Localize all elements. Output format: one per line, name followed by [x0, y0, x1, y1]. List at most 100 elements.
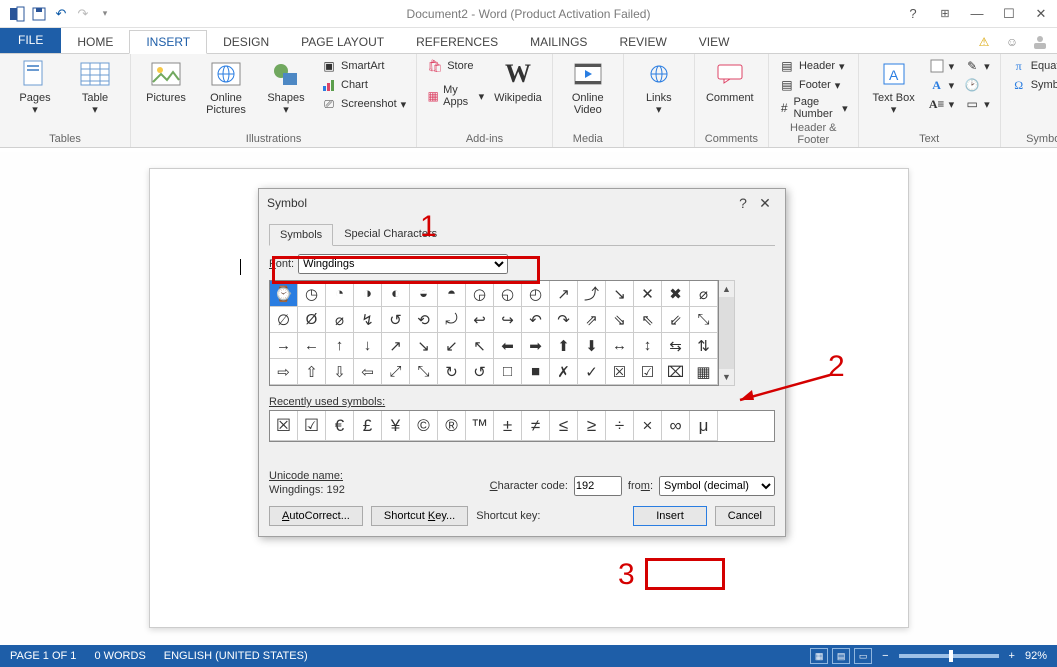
- autocorrect-button[interactable]: AutoCorrect...: [269, 506, 363, 526]
- symbol-cell[interactable]: ◓: [438, 281, 466, 307]
- status-page[interactable]: PAGE 1 OF 1: [10, 650, 76, 662]
- insert-button[interactable]: Insert: [633, 506, 707, 526]
- symbol-cell[interactable]: ⤡: [410, 359, 438, 385]
- header-button[interactable]: ▤Header ▾: [779, 58, 848, 74]
- textbox-button[interactable]: A Text Box▾: [869, 58, 919, 116]
- symbol-cell[interactable]: ⌀: [326, 307, 354, 333]
- object-icon[interactable]: ▭▾: [964, 96, 990, 112]
- symbol-cell[interactable]: ⇩: [326, 359, 354, 385]
- recent-symbol-cell[interactable]: ®: [438, 411, 466, 441]
- print-layout-icon[interactable]: ▤: [832, 648, 850, 664]
- symbol-cell[interactable]: ↘: [410, 333, 438, 359]
- symbol-cell[interactable]: ↑: [326, 333, 354, 359]
- tab-references[interactable]: REFERENCES: [400, 31, 514, 53]
- recent-symbol-cell[interactable]: ≥: [578, 411, 606, 441]
- recent-symbols-grid[interactable]: ☒☑€£¥©®™±≠≤≥÷×∞μ: [269, 410, 775, 442]
- symbol-cell[interactable]: ↖: [466, 333, 494, 359]
- recent-symbol-cell[interactable]: £: [354, 411, 382, 441]
- charcode-input[interactable]: [574, 476, 622, 496]
- footer-button[interactable]: ▤Footer ▾: [779, 77, 848, 93]
- symbol-cell[interactable]: ☑: [634, 359, 662, 385]
- recent-symbol-cell[interactable]: ☑: [298, 411, 326, 441]
- qat-dropdown-icon[interactable]: ▾: [94, 3, 116, 25]
- symbol-cell[interactable]: ⤡: [690, 307, 718, 333]
- recent-symbol-cell[interactable]: €: [326, 411, 354, 441]
- zoom-in-icon[interactable]: +: [1009, 650, 1015, 662]
- cancel-button[interactable]: Cancel: [715, 506, 775, 526]
- symbol-cell[interactable]: ⟲: [410, 307, 438, 333]
- symbol-cell[interactable]: Ø: [298, 307, 326, 333]
- symbol-cell[interactable]: ◒: [410, 281, 438, 307]
- symbol-cell[interactable]: ◔: [326, 281, 354, 307]
- symbol-cell[interactable]: →: [270, 333, 298, 359]
- recent-symbol-cell[interactable]: ÷: [606, 411, 634, 441]
- read-mode-icon[interactable]: ▦: [810, 648, 828, 664]
- screenshot-button[interactable]: ⎚Screenshot ▾: [321, 96, 406, 112]
- symbol-cell[interactable]: ⇨: [270, 359, 298, 385]
- tab-file[interactable]: FILE: [0, 27, 61, 53]
- smartart-button[interactable]: ▣SmartArt: [321, 58, 406, 74]
- scroll-up-icon[interactable]: ▲: [719, 281, 734, 297]
- equation-button[interactable]: πEquation ▾: [1011, 58, 1057, 74]
- symbol-cell[interactable]: ✗: [550, 359, 578, 385]
- symbol-cell[interactable]: ◷: [298, 281, 326, 307]
- from-select[interactable]: Symbol (decimal): [659, 476, 775, 496]
- symbol-cell[interactable]: ▦: [690, 359, 718, 385]
- user-icon[interactable]: [1029, 31, 1051, 53]
- recent-symbol-cell[interactable]: ≤: [550, 411, 578, 441]
- save-icon[interactable]: [28, 3, 50, 25]
- recent-symbol-cell[interactable]: ¥: [382, 411, 410, 441]
- dropcap-icon[interactable]: A≡▾: [929, 96, 955, 112]
- shapes-button[interactable]: Shapes▾: [261, 58, 311, 116]
- symbol-cell[interactable]: ∅: [270, 307, 298, 333]
- symbol-cell[interactable]: ⇗: [578, 307, 606, 333]
- comment-button[interactable]: Comment: [705, 58, 755, 104]
- symbol-cell[interactable]: ↗: [382, 333, 410, 359]
- store-button[interactable]: 🛍Store: [427, 58, 484, 74]
- myapps-button[interactable]: ▦My Apps ▾: [427, 84, 484, 108]
- ribbon-display-icon[interactable]: ⊞: [929, 2, 961, 26]
- tab-view[interactable]: VIEW: [683, 31, 746, 53]
- symbol-cell[interactable]: ⌀: [690, 281, 718, 307]
- symbol-cell[interactable]: ⇙: [662, 307, 690, 333]
- smiley-icon[interactable]: ☺: [1001, 31, 1023, 53]
- tab-mailings[interactable]: MAILINGS: [514, 31, 603, 53]
- symbol-cell[interactable]: ◵: [494, 281, 522, 307]
- minimize-icon[interactable]: —: [961, 2, 993, 26]
- symbol-cell[interactable]: ⇘: [606, 307, 634, 333]
- tab-design[interactable]: DESIGN: [207, 31, 285, 53]
- symbol-cell[interactable]: ☒: [606, 359, 634, 385]
- tab-review[interactable]: REVIEW: [603, 31, 682, 53]
- symbol-cell[interactable]: ◑: [354, 281, 382, 307]
- symbol-cell[interactable]: ↕: [634, 333, 662, 359]
- zoom-level[interactable]: 92%: [1025, 650, 1047, 662]
- chart-button[interactable]: Chart: [321, 77, 406, 93]
- recent-symbol-cell[interactable]: ×: [634, 411, 662, 441]
- dialog-titlebar[interactable]: Symbol ? ✕: [259, 189, 785, 217]
- page-number-button[interactable]: #Page Number ▾: [779, 96, 848, 120]
- recent-symbol-cell[interactable]: ∞: [662, 411, 690, 441]
- links-button[interactable]: Links▾: [634, 58, 684, 116]
- symbol-cell[interactable]: ↺: [466, 359, 494, 385]
- symbol-cell[interactable]: ←: [298, 333, 326, 359]
- symbol-cell[interactable]: ⤢: [382, 359, 410, 385]
- tab-symbols-dialog[interactable]: Symbols: [269, 224, 333, 246]
- symbol-cell[interactable]: ↷: [550, 307, 578, 333]
- tab-insert[interactable]: INSERT: [129, 30, 207, 54]
- symbol-cell[interactable]: ◐: [382, 281, 410, 307]
- shortcut-key-button[interactable]: Shortcut Key...: [371, 506, 468, 526]
- symbol-cell[interactable]: ↺: [382, 307, 410, 333]
- symbol-cell[interactable]: ✖: [662, 281, 690, 307]
- scroll-thumb[interactable]: [719, 297, 734, 369]
- recent-symbol-cell[interactable]: μ: [690, 411, 718, 441]
- symbol-cell[interactable]: ⌧: [662, 359, 690, 385]
- symbol-cell[interactable]: ■: [522, 359, 550, 385]
- redo-icon[interactable]: ↷: [72, 3, 94, 25]
- warning-icon[interactable]: ⚠: [973, 31, 995, 53]
- symbol-cell[interactable]: ⇧: [298, 359, 326, 385]
- wikipedia-button[interactable]: W Wikipedia: [494, 58, 542, 104]
- symbol-cell[interactable]: ↔: [606, 333, 634, 359]
- symbol-button[interactable]: ΩSymbol ▾: [1011, 77, 1057, 93]
- status-language[interactable]: ENGLISH (UNITED STATES): [164, 650, 308, 662]
- zoom-slider[interactable]: [899, 654, 999, 658]
